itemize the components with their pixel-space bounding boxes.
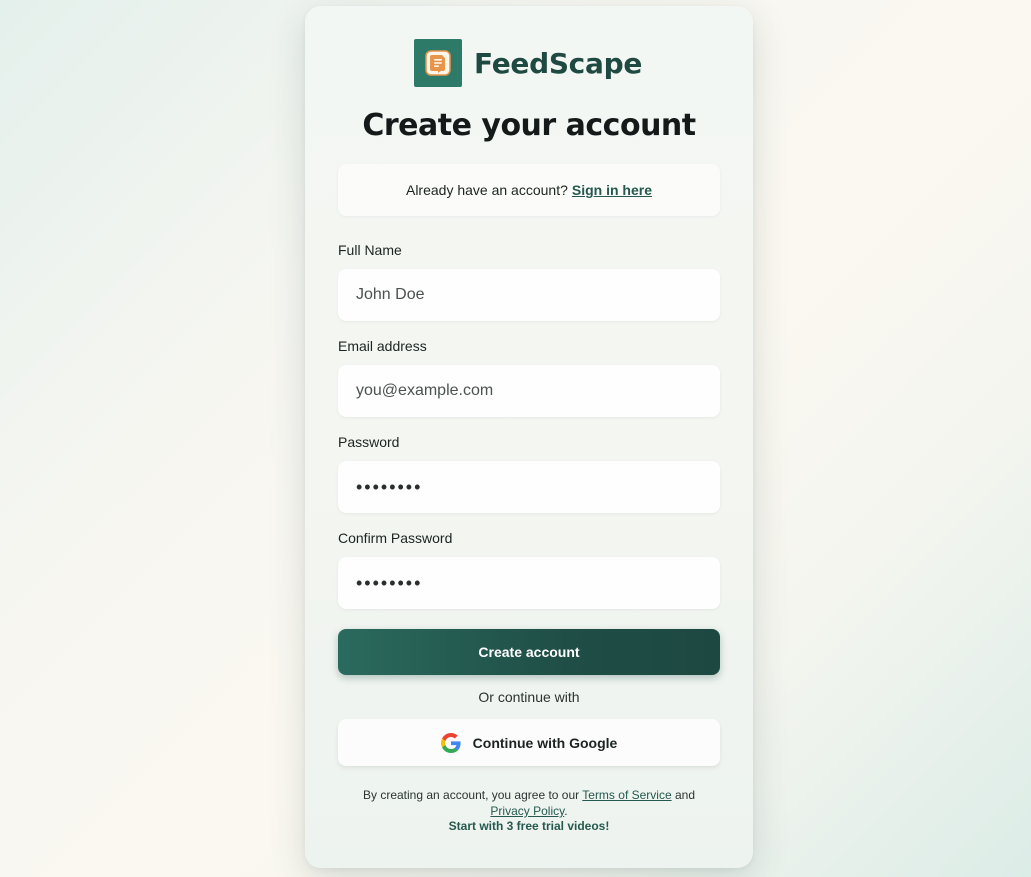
password-label: Password	[338, 434, 400, 450]
google-button-label: Continue with Google	[472, 734, 618, 751]
signin-prompt-text: Already have an account?	[405, 182, 568, 198]
password-input[interactable]	[338, 461, 720, 513]
full-name-label: Full Name	[338, 242, 402, 258]
page-title: Create your account	[362, 108, 696, 143]
legal-prefix: By creating an account, you agree to our	[363, 788, 580, 802]
full-name-input[interactable]	[338, 269, 720, 321]
email-input[interactable]	[338, 365, 720, 417]
email-label: Email address	[338, 338, 427, 354]
confirm-password-label: Confirm Password	[338, 530, 453, 546]
signup-card: FeedScape Create your account Already ha…	[305, 6, 753, 868]
create-account-button[interactable]: Create account	[338, 629, 720, 675]
document-icon	[425, 50, 451, 76]
confirm-password-input[interactable]	[338, 557, 720, 609]
google-icon	[440, 732, 461, 753]
google-signin-button[interactable]: Continue with Google	[338, 719, 720, 766]
brand: FeedScape	[414, 39, 642, 87]
or-divider-text: Or continue with	[478, 689, 580, 705]
signin-prompt-box: Already have an account? Sign in here	[338, 164, 720, 216]
logo	[414, 39, 462, 87]
legal-suffix: .	[564, 804, 568, 818]
trial-note: Start with 3 free trial videos!	[448, 819, 610, 833]
legal-and: and	[674, 788, 695, 802]
legal-text: By creating an account, you agree to our…	[335, 787, 723, 819]
privacy-link[interactable]: Privacy Policy	[490, 804, 564, 818]
terms-link[interactable]: Terms of Service	[582, 788, 671, 802]
signin-link[interactable]: Sign in here	[572, 182, 652, 198]
brand-name: FeedScape	[474, 46, 643, 80]
